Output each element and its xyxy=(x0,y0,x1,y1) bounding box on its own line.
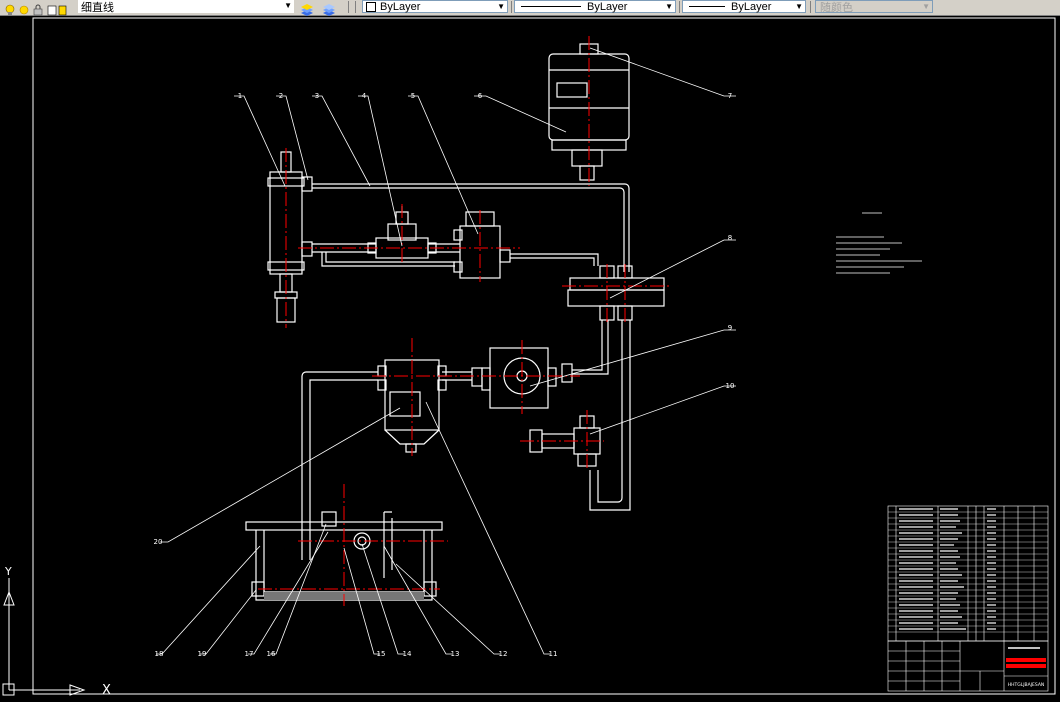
ucs-y-label: Y xyxy=(4,565,12,578)
technical-requirements xyxy=(836,212,922,274)
part-number-label: 5 xyxy=(411,92,415,100)
leader-line xyxy=(425,401,550,655)
leader-line xyxy=(156,545,261,655)
leader-line xyxy=(395,563,500,655)
layer-previous-icon[interactable] xyxy=(322,1,335,16)
chevron-down-icon[interactable]: ▼ xyxy=(665,2,673,11)
pipe-top xyxy=(312,183,630,272)
properties-toolbar: 细直线 ▼ ByLayer ▼ ByLayer ▼ ByLayer ▼ 随颜色 … xyxy=(0,0,1060,16)
lineweight-combo[interactable]: ByLayer ▼ xyxy=(682,0,806,13)
ucs-icon xyxy=(2,578,86,696)
toolbar-separator xyxy=(355,1,356,13)
leader-line xyxy=(589,385,736,435)
part-number-label: 20 xyxy=(154,538,163,546)
leader-line xyxy=(343,547,380,655)
layer-combo[interactable]: 细直线 ▼ xyxy=(78,0,294,14)
lightbulb-icon[interactable] xyxy=(4,1,16,15)
drawing-canvas[interactable]: 1 2 3 4 5 6 7 8 9 10 11 12 13 14 15 16 1… xyxy=(0,15,1060,702)
part-number-label: 11 xyxy=(549,650,558,658)
part-number-label: 4 xyxy=(362,92,367,100)
part-number-label: 19 xyxy=(198,650,207,658)
part-number-label: 12 xyxy=(499,650,508,658)
part-number-label: 14 xyxy=(403,650,412,658)
title-block-red-stripe xyxy=(1006,658,1046,662)
hydraulic-cylinder xyxy=(267,151,313,323)
color-value: ByLayer xyxy=(380,0,421,13)
plotstyle-value: 随颜色 xyxy=(820,1,853,14)
pipe-manifold-down xyxy=(572,320,631,511)
ucs-x-label: X xyxy=(102,683,111,698)
drawing-number: HHTGLJBAJESAN xyxy=(1008,682,1045,688)
leader-line xyxy=(312,95,371,187)
part-number-label: 10 xyxy=(726,382,735,390)
lock-icon[interactable] xyxy=(32,1,44,16)
pipe-suction xyxy=(301,371,378,560)
parts-list-text xyxy=(899,508,996,630)
chevron-down-icon[interactable]: ▼ xyxy=(284,1,292,10)
linetype-combo[interactable]: ByLayer ▼ xyxy=(514,0,676,13)
directional-valve xyxy=(453,211,511,279)
toolbar-separator xyxy=(348,1,349,13)
part-number-label: 3 xyxy=(315,92,319,100)
part-number-label: 15 xyxy=(377,650,386,658)
part-number-label: 13 xyxy=(451,650,460,658)
toolbar-separator xyxy=(511,1,512,13)
part-number-label: 8 xyxy=(728,234,732,242)
chevron-down-icon[interactable]: ▼ xyxy=(795,2,803,11)
leader-line xyxy=(474,95,567,133)
title-block-red-stripe xyxy=(1006,664,1046,668)
toolbar-separator xyxy=(810,1,811,13)
manifold-block xyxy=(567,265,665,321)
color-combo[interactable]: ByLayer ▼ xyxy=(362,0,508,13)
pipe-return xyxy=(321,252,455,267)
plotstyle-combo[interactable]: 随颜色 ▼ xyxy=(815,0,933,14)
leader-line xyxy=(529,329,736,387)
lineweight-sample xyxy=(689,6,725,7)
leader-line xyxy=(589,47,736,97)
color-swatch-icon xyxy=(366,1,376,12)
sun-icon[interactable] xyxy=(18,1,30,15)
linetype-value: ByLayer xyxy=(587,0,628,13)
part-number-label: 18 xyxy=(155,650,164,658)
pipe-valve-out xyxy=(510,253,599,266)
layer-name: 细直线 xyxy=(81,1,114,14)
make-current-layer-icon[interactable] xyxy=(300,1,313,16)
part-number-label: 9 xyxy=(728,324,732,332)
parts-list-rows xyxy=(888,511,1048,633)
layer-swatch-icon[interactable] xyxy=(57,1,69,16)
part-number-label: 2 xyxy=(279,92,283,100)
part-number-label: 17 xyxy=(245,650,254,658)
leader-line xyxy=(408,95,479,235)
leader-line xyxy=(200,589,257,655)
part-number-label: 1 xyxy=(238,92,242,100)
linetype-sample xyxy=(521,6,581,7)
chevron-down-icon[interactable]: ▼ xyxy=(922,2,930,11)
part-number-label: 7 xyxy=(728,92,732,100)
part-number-label: 16 xyxy=(267,650,276,658)
parts-list-table xyxy=(887,505,1049,642)
part-number-label: 6 xyxy=(478,92,483,100)
lineweight-value: ByLayer xyxy=(731,0,772,13)
chevron-down-icon[interactable]: ▼ xyxy=(497,2,505,11)
toolbar-separator xyxy=(679,1,680,13)
